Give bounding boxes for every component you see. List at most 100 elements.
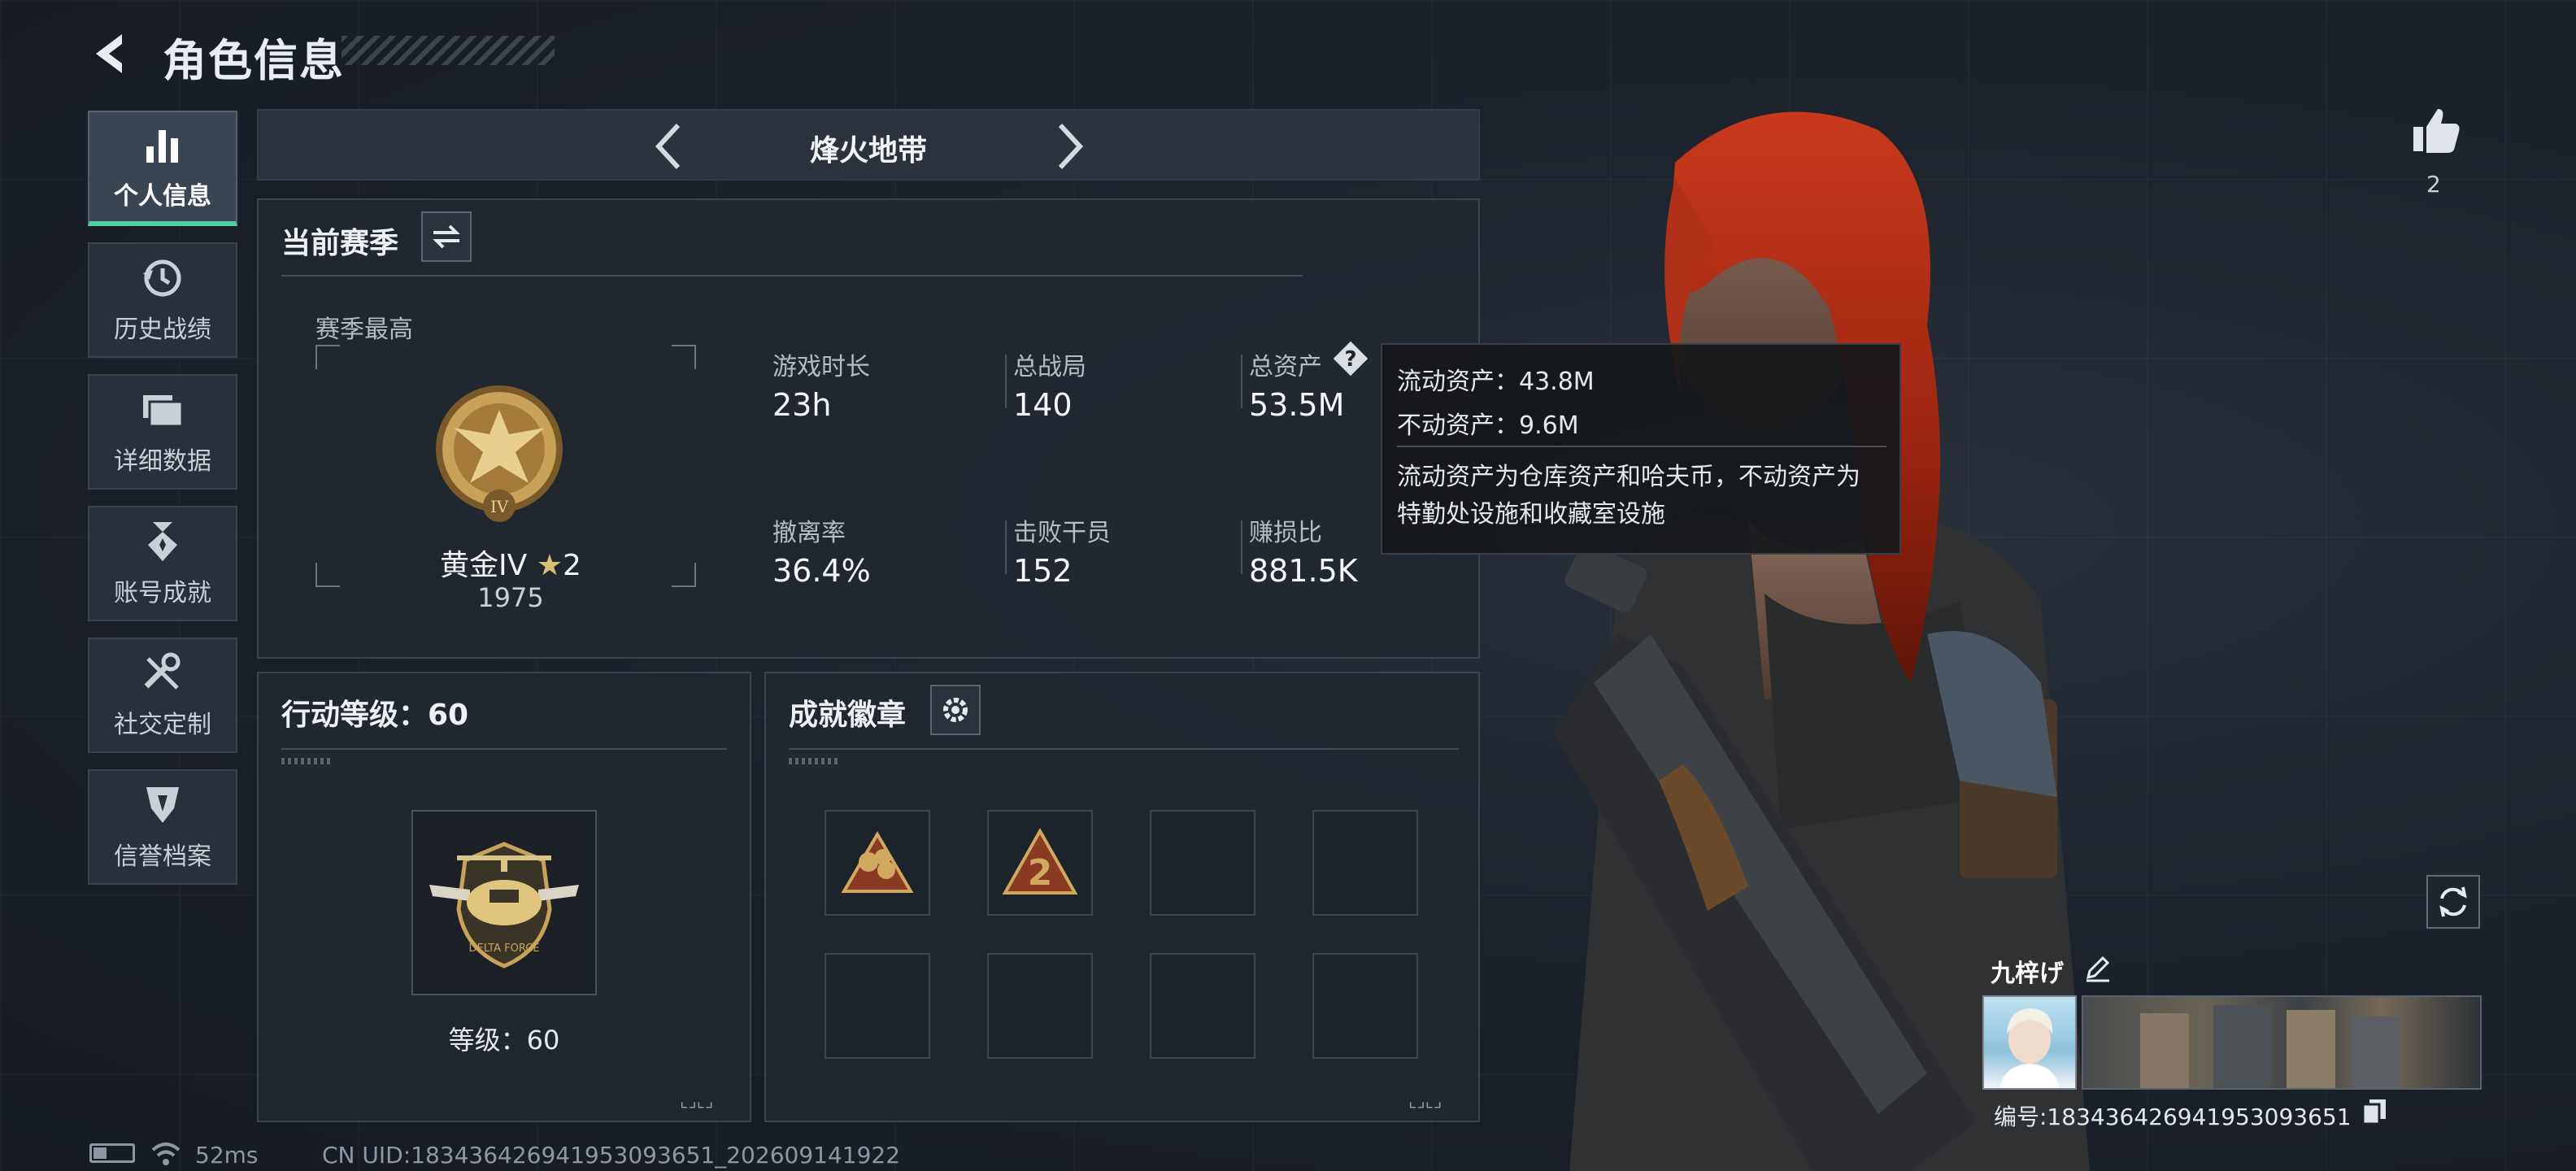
frame-corner xyxy=(315,563,340,587)
action-level-title: 行动等级：60 xyxy=(281,699,469,732)
battery-icon xyxy=(89,1143,135,1163)
banner-image xyxy=(2140,1005,2400,1088)
section-divider xyxy=(281,748,727,750)
stat-value-profit-ratio: 881.5K xyxy=(1249,553,1358,589)
rank-badge-numeral: IV xyxy=(490,497,509,516)
tooltip-fixed-assets: 不动资产：9.6M xyxy=(1397,411,1579,440)
achievement-slot-empty[interactable] xyxy=(1150,953,1255,1059)
uid-text: CN UID:183436426941953093651_20260914192… xyxy=(322,1142,901,1169)
title-decoration xyxy=(342,36,555,65)
player-id: 编号:183436426941953093651 xyxy=(1994,1104,2352,1130)
stat-divider xyxy=(1005,355,1007,408)
svg-text:?: ? xyxy=(1344,347,1356,372)
stat-value-kills: 152 xyxy=(1013,553,1073,589)
nav-item-label: 历史战绩 xyxy=(114,316,211,344)
season-title: 当前赛季 xyxy=(281,227,399,260)
frame-corner xyxy=(672,563,696,587)
stat-label-playtime: 游戏时长 xyxy=(772,353,870,381)
like-count: 2 xyxy=(2426,171,2441,198)
swap-icon xyxy=(433,224,460,249)
dotted-decoration xyxy=(281,758,330,764)
avatar[interactable] xyxy=(1982,995,2077,1090)
nav-item-label: 社交定制 xyxy=(114,711,211,739)
frame-corner xyxy=(315,345,340,369)
achievements-panel: 成就徽章 2 ⌞⌟⌞⌟ xyxy=(764,672,1480,1122)
profile-banner[interactable] xyxy=(2082,995,2482,1090)
nav-item-label: 个人信息 xyxy=(114,182,211,211)
stat-label-matches: 总战局 xyxy=(1013,353,1086,381)
nav-item-personal-info[interactable]: 个人信息 xyxy=(88,111,237,226)
rank-stars: 2 xyxy=(563,549,581,582)
avatar-image xyxy=(2000,1008,2059,1088)
section-divider xyxy=(789,748,1459,750)
rank-two-achievement-icon: 2 xyxy=(1002,827,1078,895)
star-icon: ★ xyxy=(536,549,564,582)
history-clock-icon xyxy=(140,255,185,301)
chevron-right-icon[interactable] xyxy=(1044,120,1093,172)
mode-selector: 烽火地带 xyxy=(257,109,1480,181)
nav-item-credit[interactable]: 信誉档案 xyxy=(88,769,237,885)
refresh-button[interactable] xyxy=(2426,875,2480,929)
folders-icon xyxy=(140,387,185,433)
level-badge-frame: DELTA FORCE xyxy=(411,810,597,995)
ping-text: 52ms xyxy=(195,1142,259,1169)
achievement-badge-number: 2 xyxy=(1028,852,1053,894)
nav-item-achievements[interactable]: 账号成就 xyxy=(88,506,237,621)
stat-label-kills: 击败干员 xyxy=(1013,519,1111,547)
section-divider xyxy=(281,275,1303,276)
stat-value-assets: 53.5M xyxy=(1249,387,1345,423)
stat-divider xyxy=(1241,520,1242,574)
switch-season-button[interactable] xyxy=(421,211,472,262)
stat-value-matches: 140 xyxy=(1013,387,1073,423)
season-panel: 当前赛季 赛季最高 IV 黄金IV ★2 1975 游戏时长 23h 总战局 1… xyxy=(257,198,1480,659)
achievements-title: 成就徽章 xyxy=(789,699,907,732)
season-best-label: 赛季最高 xyxy=(315,316,413,344)
achievement-slot-empty[interactable] xyxy=(1150,810,1255,916)
achievement-slot[interactable]: 2 xyxy=(987,810,1093,916)
mode-name: 烽火地带 xyxy=(809,134,927,168)
thumbs-up-icon[interactable] xyxy=(2410,104,2462,156)
nav-item-detail-data[interactable]: 详细数据 xyxy=(88,374,237,490)
assets-tooltip: 流动资产：43.8M 不动资产：9.6M 流动资产为仓库资产和哈夫币，不动资产为… xyxy=(1381,343,1901,555)
achievement-slot-empty[interactable] xyxy=(1312,953,1418,1059)
achievement-slot-empty[interactable] xyxy=(825,953,930,1059)
stat-value-extract-rate: 36.4% xyxy=(772,553,871,589)
refresh-icon xyxy=(2439,886,2467,917)
rank-text: 黄金IV xyxy=(440,549,528,582)
nav-item-label: 详细数据 xyxy=(114,447,211,476)
wifi-icon xyxy=(151,1143,181,1165)
rank-score: 1975 xyxy=(477,582,544,613)
corner-mark: ⌞⌟⌞⌟ xyxy=(1408,1091,1442,1112)
gold-rank-badge: IV xyxy=(436,385,563,522)
nav-item-social[interactable]: 社交定制 xyxy=(88,638,237,753)
shield-icon xyxy=(140,782,185,828)
dotted-decoration xyxy=(789,758,838,764)
tools-icon xyxy=(140,651,185,696)
badge-caption: DELTA FORCE xyxy=(468,942,539,955)
stat-divider xyxy=(1241,355,1242,408)
edit-pencil-icon[interactable] xyxy=(2083,953,2113,982)
gear-icon xyxy=(943,698,968,722)
achievement-slot-empty[interactable] xyxy=(1312,810,1418,916)
bar-chart-icon xyxy=(140,122,185,168)
stat-divider xyxy=(1005,520,1007,574)
tooltip-liquid-assets: 流动资产：43.8M xyxy=(1397,368,1595,396)
level-text: 等级：60 xyxy=(448,1025,560,1056)
frame-corner xyxy=(672,345,696,369)
achievement-settings-button[interactable] xyxy=(930,685,981,735)
back-arrow-icon[interactable] xyxy=(88,29,137,78)
stat-label-assets: 总资产 xyxy=(1249,353,1322,381)
nav-item-label: 信誉档案 xyxy=(114,842,211,871)
explosion-achievement-icon xyxy=(841,831,914,893)
help-icon[interactable]: ? xyxy=(1332,340,1369,377)
copy-icon[interactable] xyxy=(2361,1098,2387,1125)
page-title: 角色信息 xyxy=(163,35,345,86)
nav-item-label: 账号成就 xyxy=(114,579,211,607)
achievement-slot-empty[interactable] xyxy=(987,953,1093,1059)
achievement-slot[interactable] xyxy=(825,810,930,916)
action-level-panel: 行动等级：60 DELTA FORCE 等级：60 ⌞⌟⌞⌟ xyxy=(257,672,751,1122)
tooltip-note: 流动资产为仓库资产和哈夫币，不动资产为特勤处设施和收藏室设施 xyxy=(1397,463,1860,529)
corner-mark: ⌞⌟⌞⌟ xyxy=(680,1091,714,1112)
medal-icon xyxy=(140,519,185,564)
nav-item-history[interactable]: 历史战绩 xyxy=(88,242,237,358)
